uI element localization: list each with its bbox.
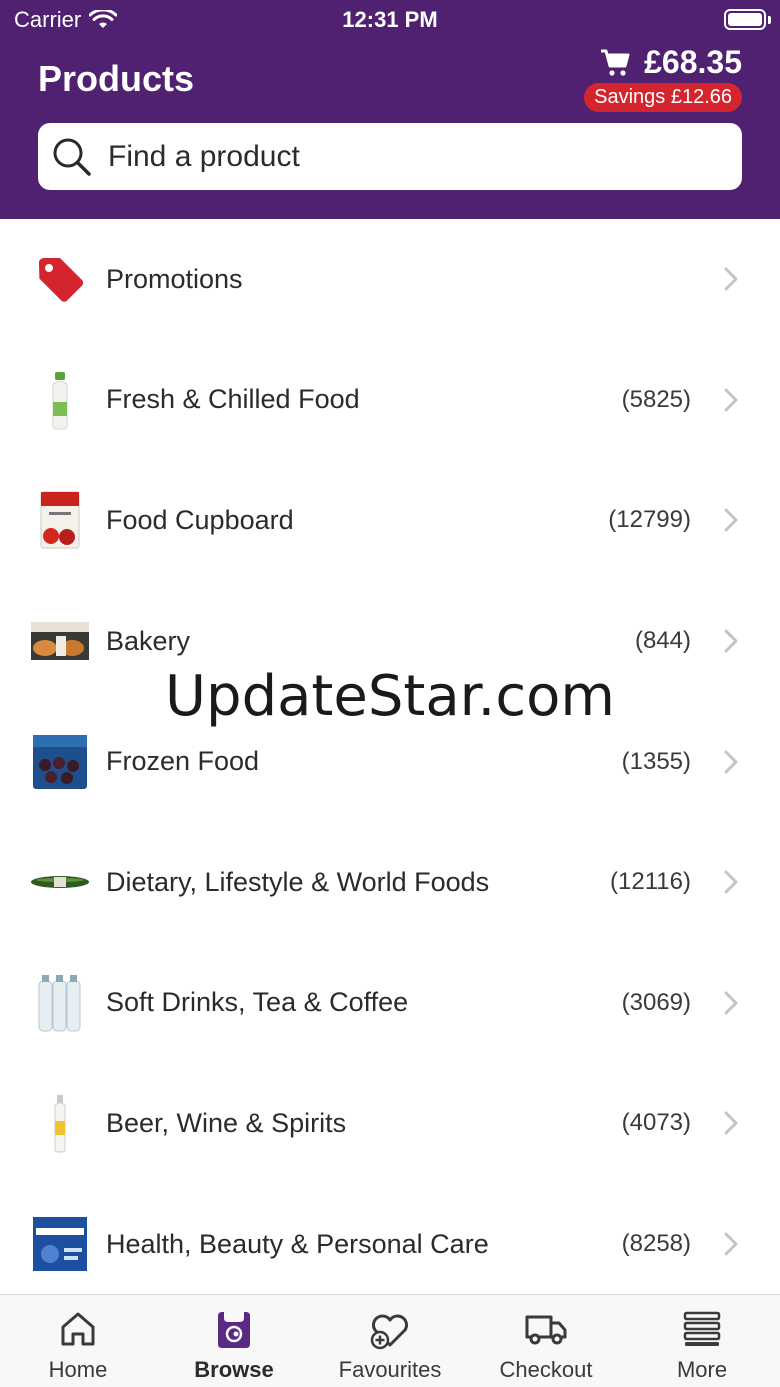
delivery-van-icon — [524, 1307, 568, 1351]
tab-label: Home — [48, 1357, 108, 1382]
chevron-right-icon — [724, 1232, 738, 1256]
home-icon — [56, 1307, 100, 1351]
search-input[interactable] — [108, 139, 708, 174]
category-row-food-cupboard[interactable]: Food Cupboard (12799) — [0, 460, 780, 581]
battery-icon — [724, 9, 766, 30]
status-bar: Carrier 12:31 PM — [0, 0, 780, 40]
tonic-bottle-thumbnail — [30, 1093, 90, 1153]
chevron-right-icon — [724, 750, 738, 774]
chevron-right-icon — [724, 388, 738, 412]
category-label: Dietary, Lifestyle & World Foods — [106, 866, 490, 897]
chevron-right-icon — [724, 1111, 738, 1135]
category-label: Frozen Food — [106, 746, 260, 777]
tab-label: Favourites — [338, 1357, 442, 1382]
chevron-right-icon — [724, 508, 738, 532]
category-count: (3069) — [621, 988, 691, 1016]
menu-icon — [680, 1307, 724, 1351]
category-row-dietary-world[interactable]: Dietary, Lifestyle & World Foods (12116) — [0, 822, 780, 943]
tab-bar: Home Browse Favourites Checkout More — [0, 1294, 780, 1387]
category-count: (5825) — [621, 385, 691, 413]
category-label: Health, Beauty & Personal Care — [106, 1228, 489, 1259]
category-count: (844) — [634, 627, 691, 655]
tab-label: Checkout — [499, 1357, 593, 1382]
milk-bottle-thumbnail — [30, 370, 90, 430]
category-count: (4073) — [621, 1109, 691, 1137]
cucumber-thumbnail — [30, 852, 90, 912]
chevron-right-icon — [724, 870, 738, 894]
app-header: Carrier 12:31 PM Products £68.35 Savings… — [0, 0, 780, 219]
category-label: Beer, Wine & Spirits — [106, 1107, 347, 1138]
category-label: Soft Drinks, Tea & Coffee — [106, 987, 409, 1018]
paracetamol-box-thumbnail — [30, 1214, 90, 1274]
cart-icon — [601, 49, 630, 76]
category-label: Fresh & Chilled Food — [106, 384, 360, 415]
chevron-right-icon — [724, 267, 738, 291]
category-row-promotions[interactable]: Promotions — [0, 219, 780, 340]
category-row-health-beauty[interactable]: Health, Beauty & Personal Care (8258) — [0, 1184, 780, 1305]
category-label: Promotions — [106, 263, 243, 294]
category-count: (8258) — [621, 1230, 691, 1258]
tab-more[interactable]: More — [624, 1295, 780, 1387]
status-time: 12:31 PM — [342, 7, 438, 32]
category-count: (12116) — [610, 868, 691, 896]
chevron-right-icon — [724, 991, 738, 1015]
search-bar[interactable] — [38, 123, 742, 190]
tab-label: More — [676, 1357, 728, 1382]
category-label: Food Cupboard — [106, 504, 294, 535]
bread-rolls-thumbnail — [30, 611, 90, 671]
category-row-fresh-chilled[interactable]: Fresh & Chilled Food (5825) — [0, 340, 780, 461]
category-label: Bakery — [106, 625, 191, 656]
promotion-tag-icon — [30, 249, 90, 309]
category-row-bakery[interactable]: Bakery (844) — [0, 581, 780, 702]
savings-badge: Savings £12.66 — [584, 83, 742, 112]
tab-home[interactable]: Home — [0, 1295, 156, 1387]
tab-favourites[interactable]: Favourites — [312, 1295, 468, 1387]
battery-tip — [768, 16, 771, 24]
tab-label: Browse — [194, 1357, 274, 1382]
basket-button[interactable]: £68.35 — [600, 44, 742, 81]
category-list: Promotions Fresh & Chilled Food (5825) F… — [0, 219, 780, 1304]
frozen-fruit-bag-thumbnail — [30, 732, 90, 792]
tab-checkout[interactable]: Checkout — [468, 1295, 624, 1387]
water-bottles-thumbnail — [30, 973, 90, 1033]
tab-browse[interactable]: Browse — [156, 1295, 312, 1387]
category-row-beer-wine[interactable]: Beer, Wine & Spirits (4073) — [0, 1063, 780, 1184]
page-title: Products — [38, 58, 195, 99]
heart-plus-icon — [368, 1307, 412, 1351]
shopping-bag-icon — [212, 1307, 256, 1351]
category-row-frozen[interactable]: Frozen Food (1355) — [0, 701, 780, 822]
chevron-right-icon — [724, 629, 738, 653]
category-count: (12799) — [608, 506, 691, 534]
category-count: (1355) — [621, 747, 691, 775]
category-row-soft-drinks[interactable]: Soft Drinks, Tea & Coffee (3069) — [0, 943, 780, 1064]
search-icon — [53, 138, 91, 176]
tinned-tomatoes-thumbnail — [30, 490, 90, 550]
basket-total: £68.35 — [644, 44, 742, 80]
